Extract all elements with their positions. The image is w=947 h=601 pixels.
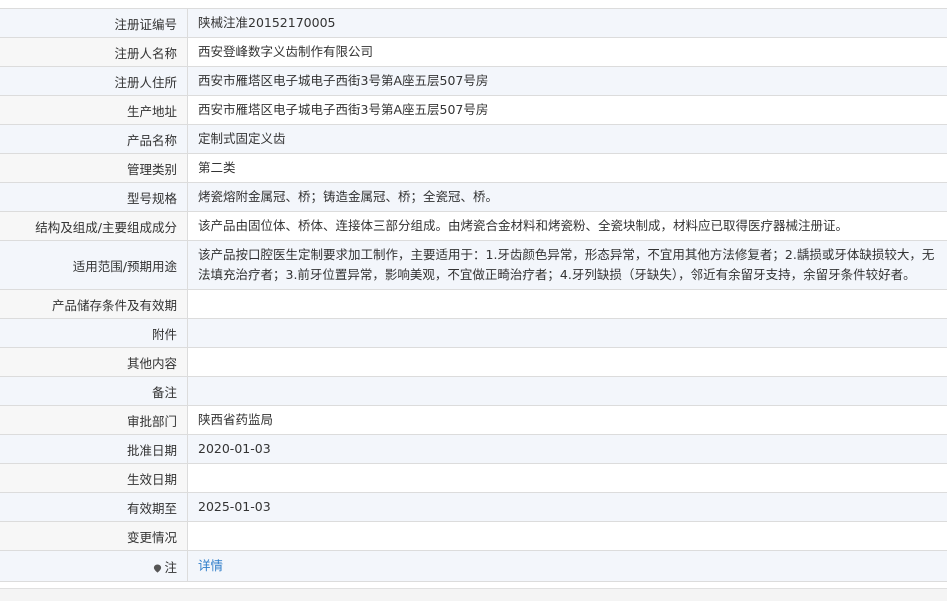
row-value: 西安市雁塔区电子城电子西街3号第A座五层507号房 — [188, 96, 947, 125]
row-value: 2020-01-03 — [188, 435, 947, 464]
table-row-production-address: 生产地址 西安市雁塔区电子城电子西街3号第A座五层507号房 — [0, 96, 947, 125]
details-link[interactable]: 详情 — [198, 558, 223, 573]
row-label: 产品储存条件及有效期 — [0, 290, 188, 319]
table-row-remarks: 备注 — [0, 377, 947, 406]
row-label: 变更情况 — [0, 522, 188, 551]
note-label-text: 注 — [164, 560, 177, 575]
row-label: 结构及组成/主要组成成分 — [0, 212, 188, 241]
table-row-valid-until: 有效期至 2025-01-03 — [0, 493, 947, 522]
table-row-storage-conditions: 产品储存条件及有效期 — [0, 290, 947, 319]
row-value: 西安登峰数字义齿制作有限公司 — [188, 38, 947, 67]
row-label-note: 注 — [0, 551, 188, 582]
row-value: 2025-01-03 — [188, 493, 947, 522]
table-row-effective-date: 生效日期 — [0, 464, 947, 493]
table-row-registrant-address: 注册人住所 西安市雁塔区电子城电子西街3号第A座五层507号房 — [0, 67, 947, 96]
table-row-change-history: 变更情况 — [0, 522, 947, 551]
row-value: 定制式固定义齿 — [188, 125, 947, 154]
row-label: 适用范围/预期用途 — [0, 241, 188, 290]
row-value: 西安市雁塔区电子城电子西街3号第A座五层507号房 — [188, 67, 947, 96]
row-value — [188, 522, 947, 551]
row-label: 生产地址 — [0, 96, 188, 125]
registration-detail-table: 注册证编号 陕械注准20152170005 注册人名称 西安登峰数字义齿制作有限… — [0, 8, 947, 582]
table-row-intended-use: 适用范围/预期用途 该产品按口腔医生定制要求加工制作，主要适用于：1.牙齿颜色异… — [0, 241, 947, 290]
table-row-note: 注 详情 — [0, 551, 947, 582]
row-value — [188, 348, 947, 377]
row-label: 生效日期 — [0, 464, 188, 493]
map-pin-icon — [153, 564, 162, 573]
table-row-registration-number: 注册证编号 陕械注准20152170005 — [0, 9, 947, 38]
table-row-approval-date: 批准日期 2020-01-03 — [0, 435, 947, 464]
row-value: 烤瓷熔附金属冠、桥；铸造金属冠、桥；全瓷冠、桥。 — [188, 183, 947, 212]
row-value: 该产品由固位体、桥体、连接体三部分组成。由烤瓷合金材料和烤瓷粉、全瓷块制成，材料… — [188, 212, 947, 241]
row-label: 附件 — [0, 319, 188, 348]
row-label: 其他内容 — [0, 348, 188, 377]
row-value: 陕械注准20152170005 — [188, 9, 947, 38]
table-row-registrant-name: 注册人名称 西安登峰数字义齿制作有限公司 — [0, 38, 947, 67]
table-row-product-name: 产品名称 定制式固定义齿 — [0, 125, 947, 154]
row-label: 型号规格 — [0, 183, 188, 212]
row-label: 备注 — [0, 377, 188, 406]
row-value — [188, 377, 947, 406]
row-value: 陕西省药监局 — [188, 406, 947, 435]
table-row-other-content: 其他内容 — [0, 348, 947, 377]
row-value-note: 详情 — [188, 551, 947, 582]
row-value — [188, 290, 947, 319]
row-label: 注册证编号 — [0, 9, 188, 38]
table-row-structure-composition: 结构及组成/主要组成成分 该产品由固位体、桥体、连接体三部分组成。由烤瓷合金材料… — [0, 212, 947, 241]
row-label: 批准日期 — [0, 435, 188, 464]
table-row-approval-department: 审批部门 陕西省药监局 — [0, 406, 947, 435]
row-value: 第二类 — [188, 154, 947, 183]
row-label: 有效期至 — [0, 493, 188, 522]
row-label: 注册人住所 — [0, 67, 188, 96]
row-label: 产品名称 — [0, 125, 188, 154]
row-label: 审批部门 — [0, 406, 188, 435]
row-value: 该产品按口腔医生定制要求加工制作，主要适用于：1.牙齿颜色异常，形态异常，不宜用… — [188, 241, 947, 290]
page-footer-strip — [0, 588, 947, 601]
table-row-model-spec: 型号规格 烤瓷熔附金属冠、桥；铸造金属冠、桥；全瓷冠、桥。 — [0, 183, 947, 212]
row-label: 管理类别 — [0, 154, 188, 183]
row-value — [188, 464, 947, 493]
table-row-management-category: 管理类别 第二类 — [0, 154, 947, 183]
row-value — [188, 319, 947, 348]
row-label: 注册人名称 — [0, 38, 188, 67]
table-row-attachments: 附件 — [0, 319, 947, 348]
